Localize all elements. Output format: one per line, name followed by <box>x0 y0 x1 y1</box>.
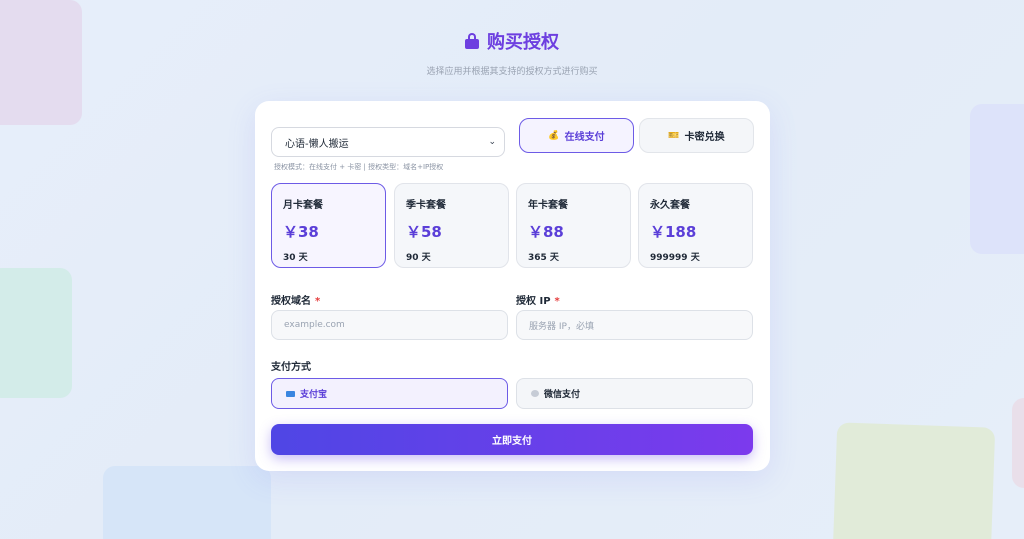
plan-card-quarterly[interactable]: 季卡套餐 ￥58 90 天 <box>394 183 509 268</box>
page-title: 购买授权 <box>487 32 559 53</box>
app-select-value: 心语-懒人搬运 <box>285 138 349 150</box>
alipay-option[interactable]: 支付宝 <box>271 378 508 409</box>
ip-input[interactable]: 服务器 IP，必填 <box>516 310 753 340</box>
payment-option-label: 支付宝 <box>300 390 328 400</box>
alipay-card-icon <box>286 390 295 397</box>
ticket-icon: 🎫 <box>668 130 680 141</box>
chevron-down-icon: ⌄ <box>488 137 496 147</box>
tab-card-redeem[interactable]: 🎫 卡密兑换 <box>639 118 754 153</box>
background-decoration <box>1012 398 1024 488</box>
pay-now-button[interactable]: 立即支付 <box>271 424 753 455</box>
ip-label: 授权 IP * <box>516 296 560 307</box>
plan-price: ￥38 <box>283 223 319 241</box>
plan-name: 年卡套餐 <box>528 200 568 211</box>
plan-name: 季卡套餐 <box>406 200 446 211</box>
plan-days: 365 天 <box>528 253 559 263</box>
background-decoration <box>0 268 72 398</box>
required-mark: * <box>554 296 560 307</box>
required-mark: * <box>315 296 321 307</box>
plan-price: ￥188 <box>650 223 697 241</box>
background-decoration <box>103 466 271 539</box>
payment-option-label: 微信支付 <box>544 390 581 400</box>
tab-label: 卡密兑换 <box>684 132 725 143</box>
money-bag-icon: 💰 <box>548 130 560 141</box>
plan-days: 30 天 <box>283 253 308 263</box>
plan-name: 永久套餐 <box>650 200 690 211</box>
page-subtitle: 选择应用并根据其支持的授权方式进行购买 <box>426 67 598 77</box>
background-decoration <box>832 422 996 539</box>
domain-input[interactable]: example.com <box>271 310 508 340</box>
domain-label: 授权域名 * <box>271 296 321 307</box>
plan-card-monthly[interactable]: 月卡套餐 ￥38 30 天 <box>271 183 386 268</box>
auth-mode-hint: 授权模式：在线支付 + 卡密 | 授权类型：域名+IP授权 <box>274 163 444 171</box>
lock-icon <box>465 33 479 49</box>
app-select[interactable]: 心语-懒人搬运 ⌄ <box>271 127 505 157</box>
plan-days: 999999 天 <box>650 253 700 263</box>
tab-label: 在线支付 <box>564 132 605 143</box>
chat-bubble-icon <box>531 390 539 397</box>
plan-name: 月卡套餐 <box>283 200 323 211</box>
plan-card-yearly[interactable]: 年卡套餐 ￥88 365 天 <box>516 183 631 268</box>
wechat-pay-option[interactable]: 微信支付 <box>516 378 753 409</box>
plan-price: ￥58 <box>406 223 442 241</box>
plan-price: ￥88 <box>528 223 564 241</box>
plan-card-lifetime[interactable]: 永久套餐 ￥188 999999 天 <box>638 183 753 268</box>
tab-online-payment[interactable]: 💰 在线支付 <box>519 118 634 153</box>
plan-days: 90 天 <box>406 253 431 263</box>
payment-method-label: 支付方式 <box>271 362 311 373</box>
background-decoration <box>970 104 1024 254</box>
page-header: 购买授权 选择应用并根据其支持的授权方式进行购买 <box>0 28 1024 77</box>
purchase-card: 心语-懒人搬运 ⌄ 授权模式：在线支付 + 卡密 | 授权类型：域名+IP授权 … <box>255 101 770 471</box>
